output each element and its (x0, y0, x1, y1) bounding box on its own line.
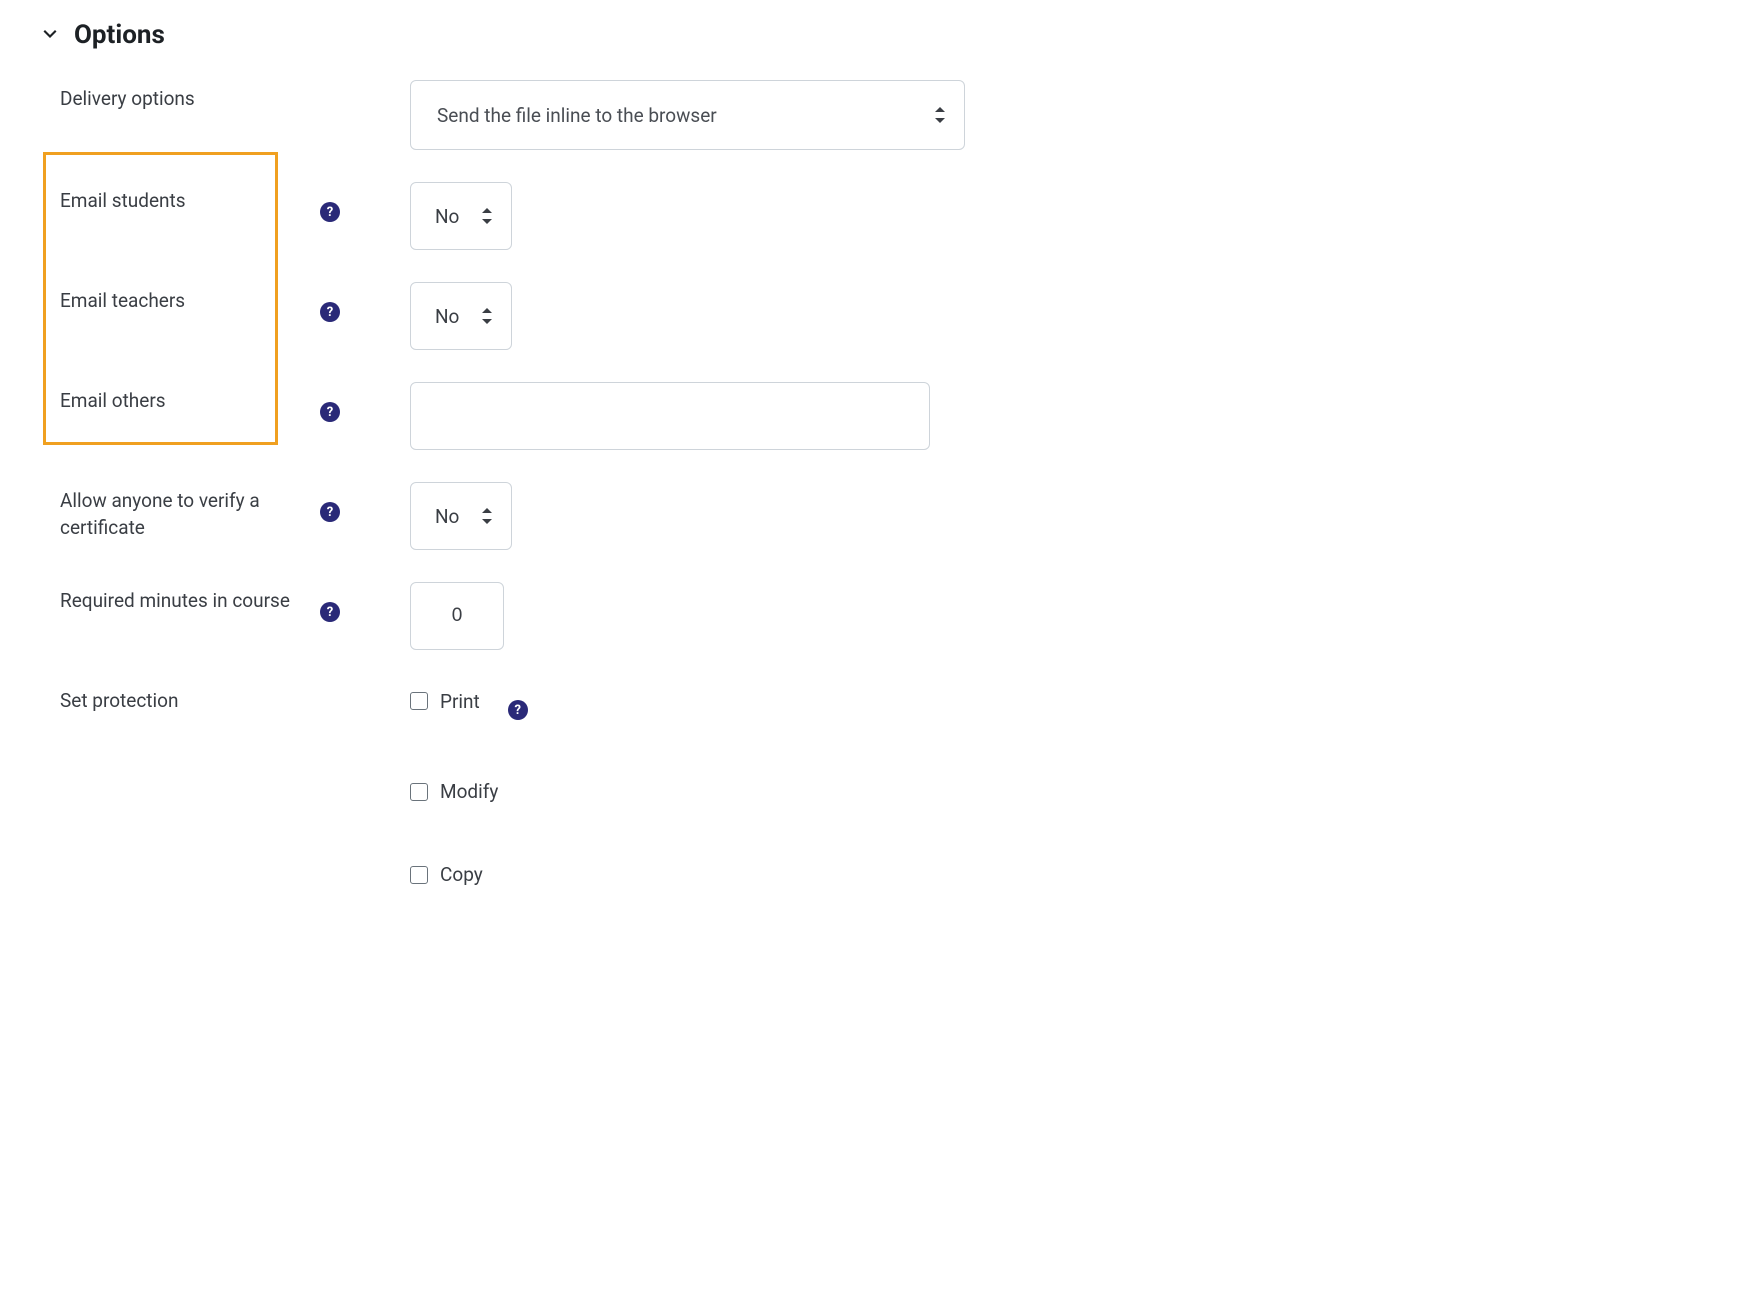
row-required-minutes: Required minutes in course ? (40, 582, 1709, 650)
checkbox-protection-copy[interactable] (410, 866, 428, 884)
row-set-protection: Set protection Print ? Modify Copy (40, 682, 1709, 886)
input-required-minutes[interactable] (410, 582, 504, 650)
help-icon[interactable]: ? (320, 302, 340, 322)
checkbox-label-modify: Modify (440, 780, 498, 803)
row-email-others: Email others ? (40, 382, 1709, 450)
help-icon[interactable]: ? (320, 502, 340, 522)
label-allow-verify: Allow anyone to verify a certificate (60, 488, 320, 541)
checkbox-protection-print[interactable] (410, 692, 428, 710)
checkbox-label-print: Print (440, 690, 480, 713)
select-email-students[interactable]: No (410, 182, 512, 250)
row-email-students: Email students ? No (40, 182, 1709, 250)
options-section-header[interactable]: Options (40, 20, 1709, 50)
help-icon[interactable]: ? (508, 700, 528, 720)
checkbox-protection-modify[interactable] (410, 783, 428, 801)
checkbox-label-copy: Copy (440, 863, 483, 886)
select-allow-verify[interactable]: No (410, 482, 512, 550)
label-email-others: Email others (60, 388, 166, 415)
row-delivery-options: Delivery options Send the file inline to… (40, 80, 1709, 150)
label-delivery-options: Delivery options (60, 86, 195, 113)
select-delivery-options[interactable]: Send the file inline to the browser (410, 80, 965, 150)
label-email-students: Email students (60, 188, 186, 215)
label-email-teachers: Email teachers (60, 288, 185, 315)
section-title: Options (74, 20, 165, 50)
chevron-down-icon (40, 25, 60, 45)
help-icon[interactable]: ? (320, 202, 340, 222)
label-set-protection: Set protection (60, 688, 178, 715)
help-icon[interactable]: ? (320, 602, 340, 622)
label-required-minutes: Required minutes in course (60, 588, 290, 615)
select-email-teachers[interactable]: No (410, 282, 512, 350)
row-allow-verify: Allow anyone to verify a certificate ? N… (40, 482, 1709, 550)
input-email-others[interactable] (410, 382, 930, 450)
help-icon[interactable]: ? (320, 402, 340, 422)
row-email-teachers: Email teachers ? No (40, 282, 1709, 350)
